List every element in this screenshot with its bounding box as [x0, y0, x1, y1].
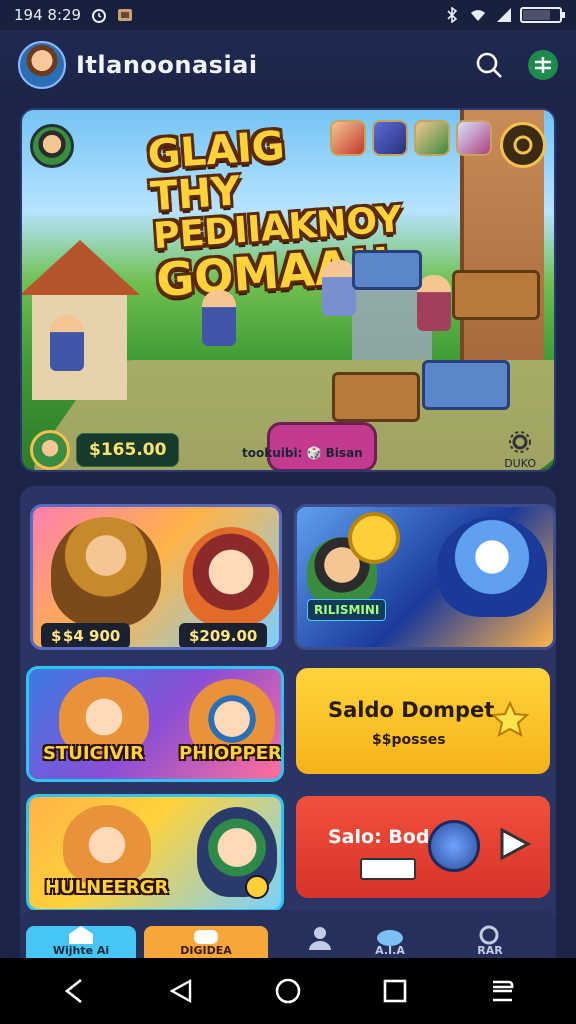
- hero-character-thumb[interactable]: [414, 120, 450, 156]
- cat-character: [63, 805, 151, 885]
- hero-character: [50, 315, 84, 371]
- app-header: Itlanoonasiai: [0, 30, 576, 100]
- tab-game[interactable]: DIGIDEA: [144, 926, 268, 958]
- hero-character-thumb[interactable]: [372, 120, 408, 156]
- gamepad-icon: [194, 930, 218, 944]
- home-circle-icon: [275, 978, 301, 1004]
- search-icon: [476, 52, 502, 78]
- hero-price: $165.00: [76, 433, 180, 467]
- tab-more[interactable]: RAR: [460, 925, 520, 958]
- duo-card[interactable]: STUICIVIR PHIOPPER: [26, 666, 284, 782]
- tab-home[interactable]: Wijhte Ai: [26, 926, 136, 958]
- coin-icon: [245, 875, 269, 899]
- alarm-icon: [92, 9, 107, 23]
- wallet-balance: $$posses: [372, 732, 446, 748]
- hero-banner[interactable]: GLAIG THY PEDIIAKNOY GOMAA!! $165.00 too…: [20, 108, 556, 472]
- bluetooth-icon: [447, 7, 458, 23]
- add-button[interactable]: [528, 50, 558, 80]
- hero-character-thumb[interactable]: [456, 120, 492, 156]
- card-label: RILISMINI: [307, 599, 387, 621]
- recents-square-icon: [383, 979, 407, 1003]
- bet-title: Salo: Bod: [328, 826, 430, 848]
- hero-character: [202, 290, 236, 346]
- star-icon: [490, 700, 530, 737]
- hero-crate: [352, 250, 422, 290]
- hero-crate: [422, 360, 510, 410]
- card-label-left: STUICIVIR: [43, 743, 144, 764]
- tab-profile[interactable]: [290, 926, 350, 958]
- menu-icon: [493, 980, 514, 1002]
- balance-bet-card[interactable]: Salo: Bod: [296, 796, 550, 898]
- hero-settings[interactable]: DUKO: [504, 430, 536, 470]
- back-button[interactable]: [54, 971, 94, 1011]
- hero-medal-icon[interactable]: [500, 122, 546, 168]
- catgirl-character: [183, 527, 279, 627]
- hero-corner-label: DUKO: [504, 457, 536, 470]
- knight-character: [437, 517, 547, 617]
- back-triangle-icon: [169, 978, 191, 1004]
- cloud-icon: [377, 930, 403, 946]
- wifi-icon: [471, 10, 485, 21]
- notification-icon: [118, 9, 133, 21]
- hero-crate: [452, 270, 540, 320]
- add-icon: [535, 57, 551, 73]
- status-bar: 194 8:29: [0, 0, 576, 30]
- card-price-left: $ $4 900: [41, 623, 131, 647]
- system-nav-bar: [0, 958, 576, 1024]
- hero-player-avatar[interactable]: [30, 124, 74, 168]
- price-avatar: [30, 430, 70, 470]
- search-button[interactable]: [472, 48, 506, 82]
- status-time: 194 8:29: [14, 6, 82, 24]
- home-button[interactable]: [268, 971, 308, 1011]
- coin-icon: [348, 512, 400, 564]
- hero-caption: tookuibi: 🎲 Bisan: [242, 446, 363, 460]
- card-label: HULNEERGR: [45, 877, 169, 898]
- hero-character: [322, 260, 356, 316]
- hero-price-tag[interactable]: $165.00: [30, 430, 180, 470]
- card-price-right: $209.00: [179, 623, 268, 647]
- card-label-right: PHIOPPER: [179, 743, 282, 764]
- tab-shop[interactable]: A.I.A: [360, 926, 420, 958]
- hero-character: [417, 275, 451, 331]
- battery-icon: [520, 7, 565, 23]
- user-avatar[interactable]: [18, 41, 66, 89]
- wallet-coin-icon: [428, 820, 480, 872]
- hero-character-thumb[interactable]: [330, 120, 366, 156]
- bet-amount-input[interactable]: [360, 858, 416, 880]
- hero-character-row: [330, 120, 492, 156]
- hero-battle-card[interactable]: RILISMINI: [294, 504, 556, 650]
- app-title: Itlanoonasiai: [76, 51, 258, 79]
- wallet-balance-card[interactable]: Saldo Dompet $$posses: [296, 668, 550, 774]
- signal-icon: [497, 8, 511, 22]
- recents-button[interactable]: [375, 971, 415, 1011]
- search-icon: [479, 925, 499, 945]
- hero-crate: [332, 372, 420, 422]
- user-icon: [309, 927, 331, 950]
- back-triangle-button[interactable]: [161, 971, 201, 1011]
- play-icon[interactable]: [496, 826, 532, 862]
- app-bottom-nav: Wijhte Ai DIGIDEA A.I.A RAR: [20, 910, 556, 958]
- menu-button[interactable]: [482, 971, 522, 1011]
- hero-offer-card[interactable]: $ $4 900 $209.00: [30, 504, 282, 650]
- home-icon: [69, 926, 93, 944]
- wallet-title: Saldo Dompet: [328, 698, 495, 722]
- gear-icon: [509, 431, 532, 453]
- wizard-character: [51, 517, 161, 627]
- hunter-card[interactable]: HULNEERGR: [26, 794, 284, 912]
- back-chevron-icon: [64, 978, 82, 1004]
